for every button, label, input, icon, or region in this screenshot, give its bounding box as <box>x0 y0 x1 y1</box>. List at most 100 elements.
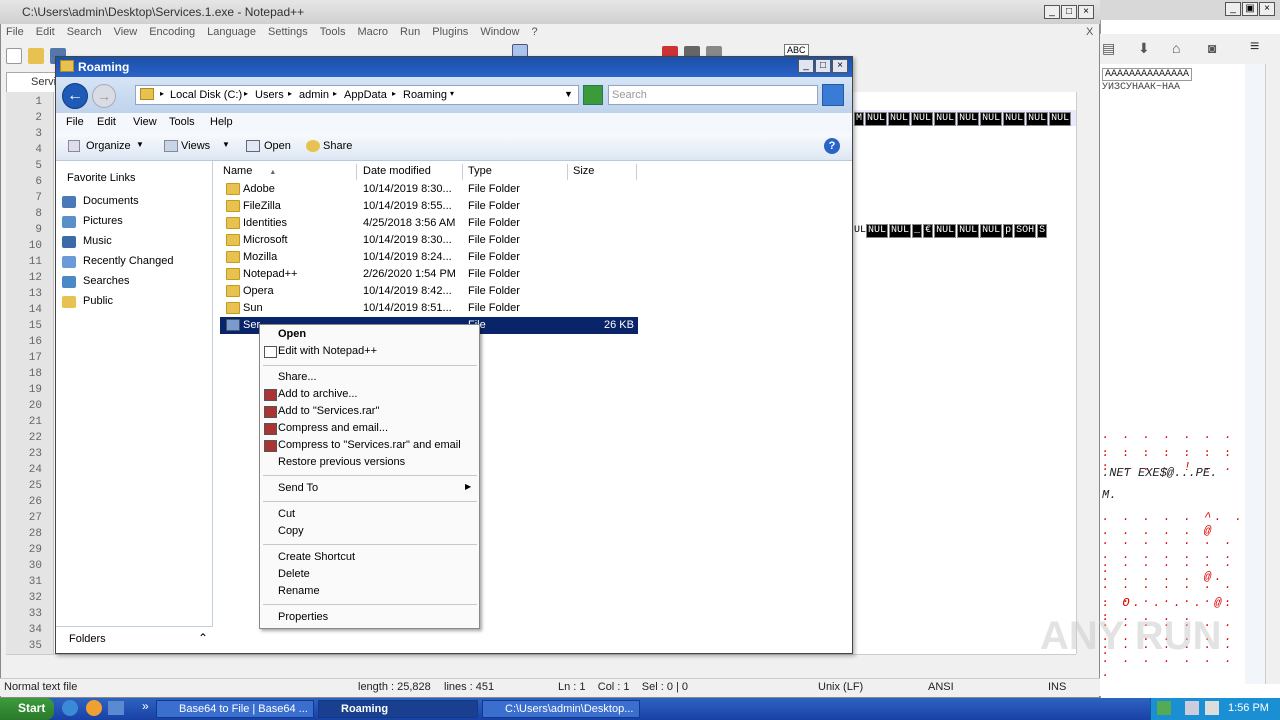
menu-item-rename[interactable]: Rename <box>278 585 320 597</box>
menu-run[interactable]: Run <box>394 24 426 40</box>
explorer-minimize-button[interactable]: _ <box>798 59 814 73</box>
menu-item-restore-versions[interactable]: Restore previous versions <box>278 456 405 468</box>
share-button[interactable]: Share <box>323 140 352 152</box>
column-name[interactable]: Name ▲ <box>219 164 357 180</box>
favorite-link-documents[interactable]: Documents <box>83 195 139 207</box>
network-icon[interactable] <box>1185 701 1199 715</box>
column-size[interactable]: Size <box>569 164 637 180</box>
explorer-titlebar[interactable]: Roaming _ □ × <box>56 57 852 77</box>
task-roaming[interactable]: Roaming <box>318 700 478 718</box>
chevron-up-icon[interactable]: ⌃ <box>198 631 208 645</box>
help-icon[interactable]: ? <box>824 138 840 154</box>
background-window-titlebar[interactable]: _ ▣ × <box>1100 0 1280 20</box>
explorer-close-button[interactable]: × <box>832 59 848 73</box>
menu-plugins[interactable]: Plugins <box>426 24 474 40</box>
crumb-local-disk[interactable]: Local Disk (C:) <box>170 89 242 101</box>
bg-minimize-button[interactable]: _ <box>1225 2 1241 16</box>
crumb-sep-icon[interactable]: ▸ <box>244 89 248 98</box>
crumb-sep-icon[interactable]: ▸ <box>392 89 396 98</box>
minimize-button[interactable]: _ <box>1044 5 1060 19</box>
menu-tools[interactable]: Tools <box>314 24 352 40</box>
start-button[interactable]: Start <box>0 698 54 720</box>
new-file-icon[interactable] <box>6 48 22 64</box>
file-row[interactable]: Microsoft 10/14/2019 8:30... File Folder <box>220 232 638 249</box>
task-notepadpp[interactable]: C:\Users\admin\Desktop... <box>482 700 640 718</box>
favorite-link-searches[interactable]: Searches <box>83 275 129 287</box>
menu-item-add-archive[interactable]: Add to archive... <box>278 388 358 400</box>
menu-item-cut[interactable]: Cut <box>278 508 295 520</box>
browser-icon[interactable] <box>86 700 102 716</box>
menu-window[interactable]: Window <box>474 24 525 40</box>
exp-menu-tools[interactable]: Tools <box>169 116 195 128</box>
menu-item-share[interactable]: Share... <box>278 371 317 383</box>
spellcheck-icon[interactable]: ABC <box>784 44 809 56</box>
menu-view[interactable]: View <box>108 24 144 40</box>
crumb-sep-icon[interactable]: ▸ <box>288 89 292 98</box>
menu-item-add-rar[interactable]: Add to "Services.rar" <box>278 405 379 417</box>
menu-macro[interactable]: Macro <box>351 24 394 40</box>
exp-menu-edit[interactable]: Edit <box>97 116 116 128</box>
chevron-right-icon[interactable]: » <box>142 699 149 713</box>
folders-toggle[interactable]: Folders ⌃ <box>56 626 213 653</box>
reader-icon[interactable]: ▤ <box>1102 40 1115 57</box>
favorite-link-recently-changed[interactable]: Recently Changed <box>83 255 174 267</box>
menu-item-edit-notepadpp[interactable]: Edit with Notepad++ <box>278 345 377 357</box>
home-icon[interactable]: ⌂ <box>1172 40 1180 56</box>
menu-icon[interactable]: ≡ <box>1250 38 1259 56</box>
menu-file[interactable]: File <box>0 24 30 40</box>
crumb-roaming[interactable]: Roaming <box>403 89 447 101</box>
menu-item-create-shortcut[interactable]: Create Shortcut <box>278 551 355 563</box>
bg-close-button[interactable]: × <box>1259 2 1275 16</box>
tab-services[interactable]: Servic <box>6 72 62 92</box>
file-row[interactable]: Notepad++ 2/26/2020 1:54 PM File Folder <box>220 266 638 283</box>
organize-dropdown-icon[interactable]: ▼ <box>136 140 144 149</box>
download-icon[interactable]: ⬇ <box>1138 40 1150 57</box>
address-breadcrumb[interactable]: ▸ Local Disk (C:) ▸ Users ▸ admin ▸ AppD… <box>135 85 579 105</box>
open-button[interactable]: Open <box>264 140 291 152</box>
volume-icon[interactable] <box>1205 701 1219 715</box>
menu-item-open[interactable]: Open <box>278 328 306 340</box>
file-row[interactable]: Identities 4/25/2018 3:56 AM File Folder <box>220 215 638 232</box>
column-type[interactable]: Type <box>464 164 568 180</box>
ie-icon[interactable] <box>62 700 78 716</box>
crumb-sep-icon[interactable]: ▸ <box>160 89 164 98</box>
close-button[interactable]: × <box>1078 5 1094 19</box>
crumb-sep-icon[interactable]: ▸ <box>333 89 337 98</box>
views-button[interactable]: Views <box>181 140 210 152</box>
favorite-link-pictures[interactable]: Pictures <box>83 215 123 227</box>
notepadpp-titlebar[interactable]: C:\Users\admin\Desktop\Services.1.exe - … <box>0 0 1100 24</box>
explorer-maximize-button[interactable]: □ <box>815 59 831 73</box>
vertical-scrollbar[interactable] <box>1076 92 1092 654</box>
bg-restore-button[interactable]: ▣ <box>1242 2 1258 16</box>
favorite-link-music[interactable]: Music <box>83 235 112 247</box>
crumb-admin[interactable]: admin <box>299 89 329 101</box>
security-icon[interactable] <box>1157 701 1171 715</box>
pocket-icon[interactable]: ◙ <box>1208 40 1216 56</box>
desktop-icon[interactable] <box>108 701 124 715</box>
crumb-dropdown-icon[interactable]: ▾ <box>450 89 454 98</box>
task-base64[interactable]: Base64 to File | Base64 ... <box>156 700 314 718</box>
maximize-button[interactable]: □ <box>1061 5 1077 19</box>
close-doc-button[interactable]: X <box>1080 24 1099 40</box>
menu-search[interactable]: Search <box>61 24 108 40</box>
favorite-link-public[interactable]: Public <box>83 295 113 307</box>
file-row[interactable]: FileZilla 10/14/2019 8:55... File Folder <box>220 198 638 215</box>
menu-item-properties[interactable]: Properties <box>278 611 328 623</box>
views-dropdown-icon[interactable]: ▼ <box>222 140 230 149</box>
crumb-appdata[interactable]: AppData <box>344 89 387 101</box>
organize-button[interactable]: Organize <box>86 140 131 152</box>
exp-menu-file[interactable]: File <box>66 116 84 128</box>
address-history-icon[interactable]: ▼ <box>564 89 573 99</box>
exp-menu-view[interactable]: View <box>133 116 157 128</box>
file-row[interactable]: Sun 10/14/2019 8:51... File Folder <box>220 300 638 317</box>
exp-menu-help[interactable]: Help <box>210 116 233 128</box>
horizontal-scrollbar[interactable] <box>6 654 1076 670</box>
open-file-icon[interactable] <box>28 48 44 64</box>
menu-item-copy[interactable]: Copy <box>278 525 304 537</box>
bg-vertical-scrollbar[interactable] <box>1265 64 1280 684</box>
menu-item-compress-email[interactable]: Compress and email... <box>278 422 388 434</box>
menu-edit[interactable]: Edit <box>30 24 61 40</box>
menu-encoding[interactable]: Encoding <box>143 24 201 40</box>
menu-item-send-to[interactable]: Send To <box>278 482 318 494</box>
menu-item-delete[interactable]: Delete <box>278 568 310 580</box>
